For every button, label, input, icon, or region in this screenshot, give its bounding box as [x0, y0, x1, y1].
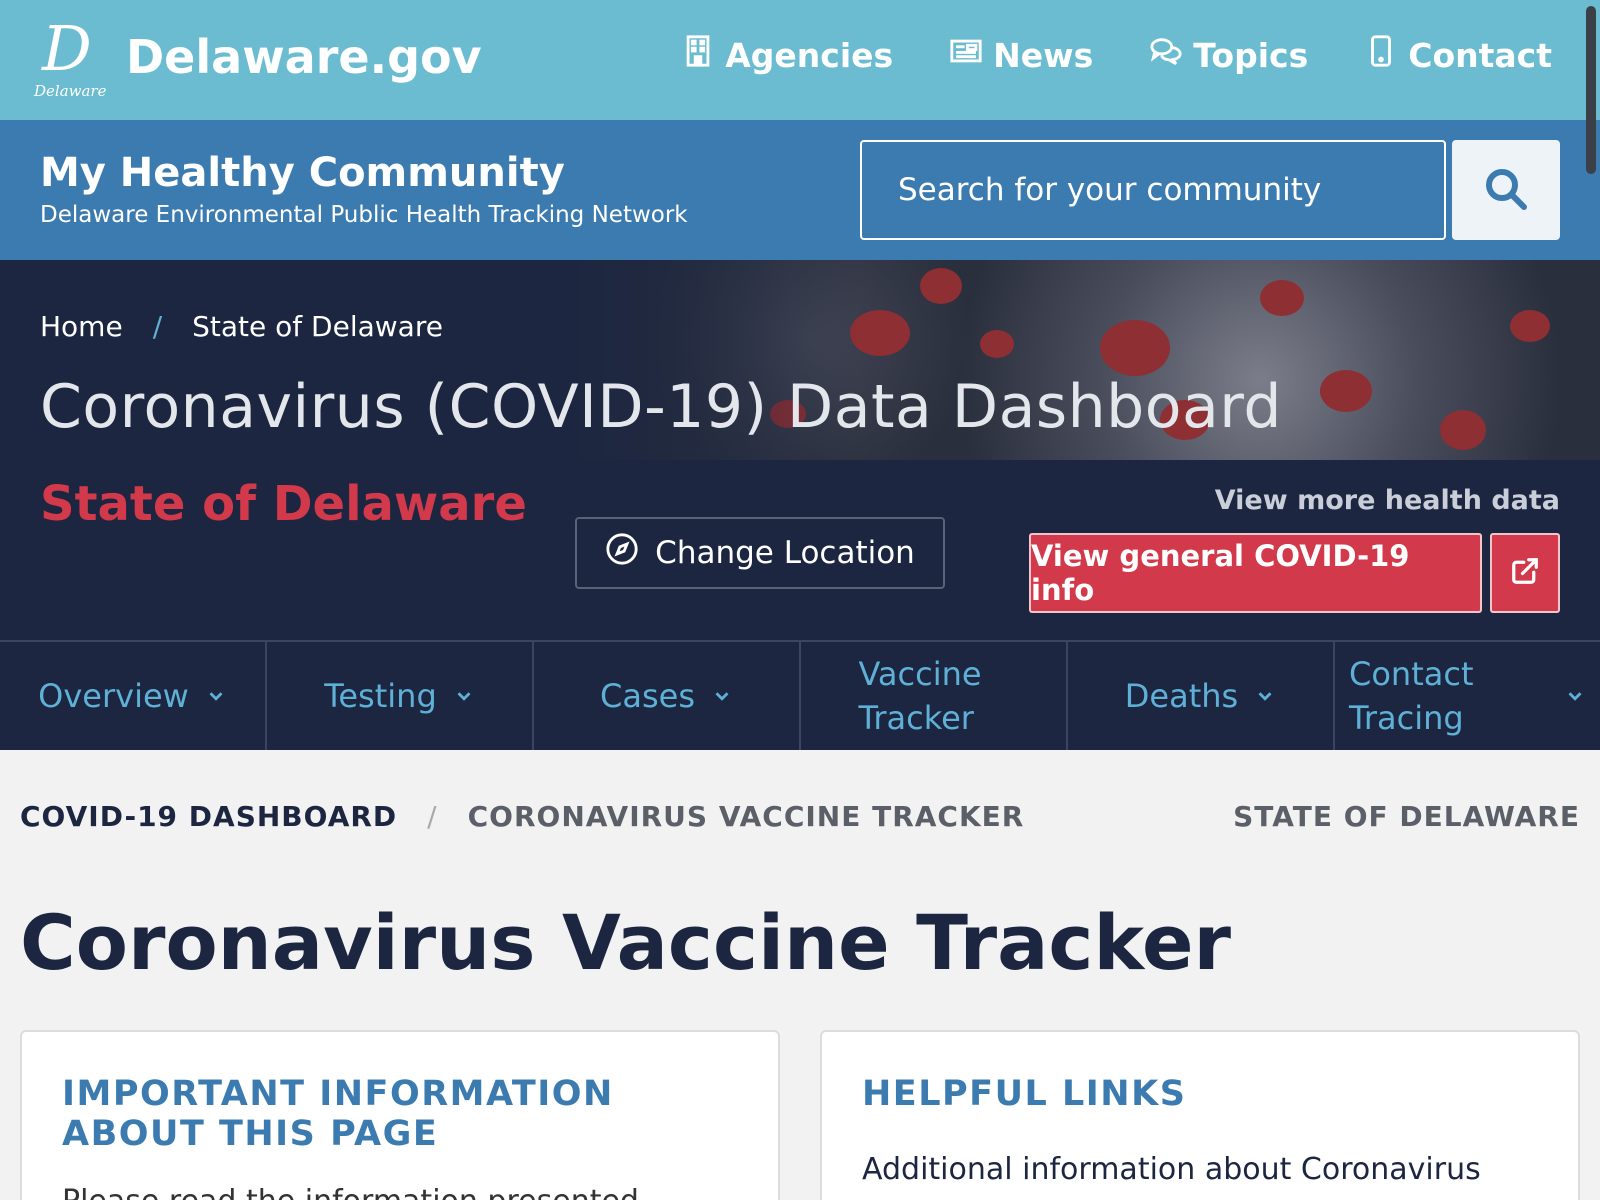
tab-contact-tracing-label: Contact Tracing [1349, 655, 1474, 737]
tab-testing-label: Testing [324, 677, 437, 715]
chevron-down-icon [453, 677, 475, 715]
change-location-button[interactable]: Change Location [575, 517, 945, 589]
tab-testing[interactable]: Testing [267, 642, 534, 750]
tab-overview[interactable]: Overview [0, 642, 267, 750]
change-location-label: Change Location [655, 535, 915, 571]
nav-topics-label: Topics [1193, 35, 1309, 75]
tab-deaths[interactable]: Deaths [1068, 642, 1335, 750]
important-info-title: IMPORTANT INFORMATION ABOUT THIS PAGE [62, 1074, 614, 1154]
external-link-button[interactable] [1490, 533, 1560, 613]
content-breadcrumb-separator: / [427, 800, 438, 833]
tab-vaccine-tracker-label: Vaccine Tracker [858, 655, 982, 737]
dashboard-hero: Home / State of Delaware Coronavirus (CO… [0, 260, 1600, 640]
helpful-links-text: Additional information about Coronavirus [862, 1152, 1481, 1187]
nav-news-label: News [993, 35, 1094, 75]
nav-agencies[interactable]: Agencies [681, 34, 893, 76]
nav-contact-label: Contact [1408, 35, 1552, 75]
nav-news[interactable]: News [949, 34, 1093, 76]
site-header: My Healthy Community Delaware Environmen… [0, 120, 1600, 260]
chat-bubbles-icon [1149, 34, 1183, 76]
breadcrumb-current[interactable]: State of Delaware [192, 310, 443, 343]
tab-vaccine-tracker[interactable]: Vaccine Tracker [801, 642, 1068, 750]
tab-deaths-label: Deaths [1124, 677, 1239, 715]
content-breadcrumb: COVID-19 DASHBOARD / CORONAVIRUS VACCINE… [20, 800, 1024, 833]
important-info-text: Please read the information presented [62, 1184, 639, 1200]
search-button[interactable] [1452, 140, 1560, 240]
chevron-down-icon [711, 677, 733, 715]
newspaper-icon [949, 34, 983, 76]
building-icon [681, 34, 715, 76]
gov-nav: Agencies News Topics Contact [681, 34, 1552, 76]
page-title: Coronavirus Vaccine Tracker [20, 898, 1231, 987]
site-title[interactable]: My Healthy Community [40, 150, 565, 196]
dashboard-title: Coronavirus (COVID-19) Data Dashboard [40, 372, 1282, 442]
external-link-icon [1510, 556, 1540, 590]
helpful-links-title: HELPFUL LINKS [862, 1074, 1187, 1114]
tab-contact-tracing[interactable]: Contact Tracing [1335, 642, 1600, 750]
content-location-label: STATE OF DELAWARE [1233, 800, 1580, 833]
nav-agencies-label: Agencies [725, 35, 894, 75]
tab-overview-label: Overview [38, 677, 189, 715]
search-icon [1482, 165, 1530, 216]
helpful-links-card: HELPFUL LINKS Additional information abo… [820, 1030, 1580, 1200]
more-health-data-label: View more health data [1214, 485, 1560, 516]
logo-wordmark: Delaware [34, 82, 107, 100]
nav-contact[interactable]: Contact [1364, 34, 1552, 76]
community-search-input[interactable] [860, 140, 1446, 240]
chevron-down-icon [1254, 677, 1276, 715]
delaware-logo[interactable]: D Delaware [34, 18, 112, 102]
dashboard-tabs: Overview Testing Cases Vaccine Tracker D… [0, 640, 1600, 750]
mobile-phone-icon [1364, 34, 1398, 76]
nav-topics[interactable]: Topics [1149, 34, 1308, 76]
important-info-card: IMPORTANT INFORMATION ABOUT THIS PAGE Pl… [20, 1030, 780, 1200]
chevron-down-icon [205, 677, 227, 715]
compass-icon [605, 532, 639, 574]
logo-monogram: D [42, 12, 92, 85]
breadcrumb: Home / State of Delaware [40, 310, 443, 343]
site-subtitle: Delaware Environmental Public Health Tra… [40, 202, 688, 228]
location-name: State of Delaware [40, 476, 527, 532]
gov-top-bar: D Delaware Delaware.gov Agencies News To… [0, 0, 1600, 120]
tab-cases-label: Cases [600, 677, 695, 715]
content-breadcrumb-dashboard[interactable]: COVID-19 DASHBOARD [20, 800, 397, 833]
tab-cases[interactable]: Cases [534, 642, 801, 750]
scrollbar-thumb[interactable] [1586, 6, 1596, 174]
breadcrumb-separator: / [152, 310, 163, 343]
page-scrollbar[interactable] [1580, 0, 1600, 1200]
gov-site-title[interactable]: Delaware.gov [126, 30, 482, 84]
breadcrumb-home[interactable]: Home [40, 310, 123, 343]
general-covid-info-button[interactable]: View general COVID-19 info [1029, 533, 1482, 613]
content-breadcrumb-current: CORONAVIRUS VACCINE TRACKER [467, 800, 1025, 833]
